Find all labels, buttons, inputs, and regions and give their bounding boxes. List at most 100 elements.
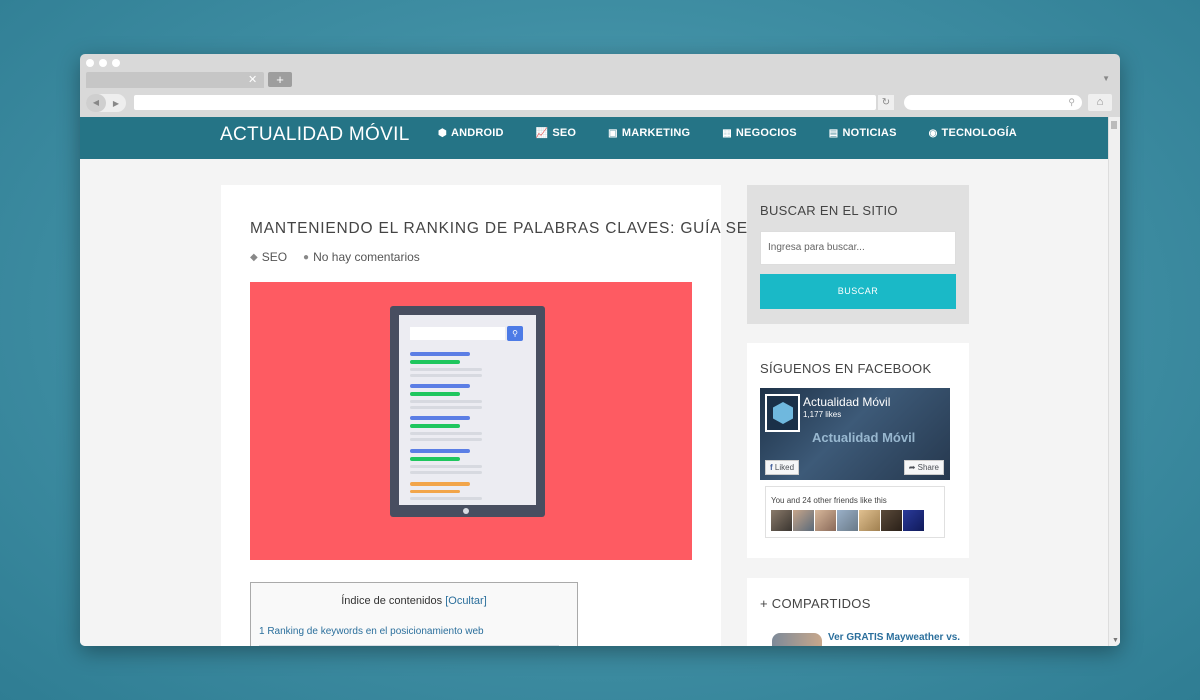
tablet-illustration: ⚲ [390, 306, 545, 517]
facebook-icon: f [770, 463, 773, 472]
avatar[interactable] [771, 510, 792, 531]
result-line [410, 384, 470, 388]
rss-icon: ◉ [928, 127, 938, 139]
scroll-down-arrow-icon[interactable]: ▼ [1112, 637, 1119, 644]
nav-item-seo[interactable]: 📈 SEO [536, 117, 577, 149]
nav-label: SEO [552, 127, 577, 139]
result-line [410, 406, 482, 409]
nav-item-marketing[interactable]: ▣ MARKETING [608, 117, 690, 149]
result-line [410, 432, 482, 435]
share-button[interactable]: ➦ Share [903, 460, 944, 475]
illustration-search-box [410, 327, 505, 340]
result-line [410, 424, 460, 428]
window-controls [86, 59, 120, 67]
toc-item-partial [259, 645, 559, 646]
shared-item-link[interactable]: Ver GRATIS Mayweather vs. [828, 632, 960, 643]
money-icon: ▣ [608, 127, 618, 139]
address-bar[interactable] [134, 95, 876, 110]
browser-tab[interactable] [86, 72, 264, 88]
table-of-contents: Índice de contenidos [Ocultar] 1 Ranking… [250, 582, 578, 646]
avatar[interactable] [815, 510, 836, 531]
facebook-page-cover[interactable]: Actualidad Móvil 1,177 likes Actualidad … [760, 388, 950, 480]
nav-label: NOTICIAS [842, 127, 897, 139]
liked-label: Liked [774, 463, 795, 472]
result-line [410, 416, 470, 420]
post-category[interactable]: ◆ SEO [250, 250, 287, 264]
toc-toggle-link[interactable]: [Ocultar] [445, 595, 487, 607]
result-line [410, 457, 460, 461]
nav-item-android[interactable]: ⬢ ANDROID [438, 117, 504, 149]
nav-item-negocios[interactable]: ▦ NEGOCIOS [722, 117, 797, 149]
avatar[interactable] [793, 510, 814, 531]
avatar[interactable] [837, 510, 858, 531]
post-meta: ◆ SEO ● No hay comentarios [250, 250, 420, 264]
result-line [410, 374, 482, 377]
result-line [410, 400, 482, 403]
avatar[interactable] [903, 510, 924, 531]
facebook-likes-count: 1,177 likes [803, 410, 842, 419]
tablet-home-button [463, 508, 469, 514]
android-icon: ⬢ [438, 127, 447, 139]
result-line [410, 352, 470, 356]
tag-icon: ◆ [250, 251, 258, 263]
result-line [410, 368, 482, 371]
page-scrollbar[interactable]: ▼ [1108, 117, 1120, 646]
shared-widget-title: + COMPARTIDOS [760, 596, 871, 611]
back-arrow-icon[interactable]: ◀ [86, 94, 106, 112]
nav-item-tecnologia[interactable]: ◉ TECNOLOGÍA [929, 117, 1017, 149]
forward-arrow-icon[interactable]: ▶ [106, 99, 126, 108]
site-search-input[interactable]: Ingresa para buscar... [760, 231, 956, 265]
reload-icon[interactable]: ↻ [878, 95, 894, 110]
search-button[interactable]: BUSCAR [760, 274, 956, 309]
toc-item[interactable]: 1 Ranking de keywords en el posicionamie… [259, 626, 484, 637]
nav-label: MARKETING [621, 127, 691, 139]
shared-widget: + COMPARTIDOS Ver GRATIS Mayweather vs. [747, 578, 969, 646]
post-hero-image: ⚲ [250, 282, 692, 560]
history-buttons: ◀ ▶ [86, 94, 126, 112]
minimize-window-dot[interactable] [99, 59, 107, 67]
tab-dropdown-icon[interactable]: ▼ [1102, 74, 1110, 83]
post-card: MANTENIENDO EL RANKING DE PALABRAS CLAVE… [221, 185, 760, 646]
post-comments[interactable]: ● No hay comentarios [303, 250, 420, 264]
result-line [410, 392, 460, 396]
result-line [410, 497, 482, 500]
share-arrow-icon: ➦ [908, 463, 916, 472]
scrollbar-thumb[interactable] [1111, 121, 1117, 129]
search-widget: BUSCAR EN EL SITIO Ingresa para buscar..… [747, 185, 969, 324]
search-widget-title: BUSCAR EN EL SITIO [760, 203, 898, 218]
nav-item-noticias[interactable]: ▤ NOTICIAS [829, 117, 897, 149]
toc-title: Índice de contenidos [341, 595, 443, 607]
maximize-window-dot[interactable] [112, 59, 120, 67]
result-line [410, 490, 460, 493]
cube-icon [773, 402, 793, 424]
newspaper-icon: ▤ [828, 127, 839, 139]
new-tab-button[interactable]: + [268, 72, 292, 87]
close-window-dot[interactable] [86, 59, 94, 67]
result-line [410, 465, 482, 468]
nav-label: TECNOLOGÍA [941, 127, 1017, 139]
home-icon[interactable]: ⌂ [1088, 94, 1112, 111]
browser-window: ✕ + ▼ ◀ ▶ ↻ ⚲ ⌂ ACTUALIDAD MÓVIL ⬢ ANDRO… [80, 54, 1120, 646]
shared-item-thumbnail[interactable] [772, 633, 822, 646]
avatar[interactable] [881, 510, 902, 531]
nav-label: ANDROID [450, 127, 504, 139]
page-logo-icon [765, 394, 800, 432]
facebook-widget: SÍGUENOS EN FACEBOOK Actualidad Móvil 1,… [747, 343, 969, 558]
result-line [410, 360, 460, 364]
tablet-screen: ⚲ [399, 315, 536, 505]
cover-watermark: Actualidad Móvil [812, 430, 916, 445]
chart-icon: 📈 [535, 127, 549, 139]
tab-close-icon[interactable]: ✕ [248, 73, 257, 87]
facebook-widget-title: SÍGUENOS EN FACEBOOK [760, 361, 932, 376]
post-title: MANTENIENDO EL RANKING DE PALABRAS CLAVE… [250, 220, 761, 237]
page-viewport: ACTUALIDAD MÓVIL ⬢ ANDROID 📈 SEO ▣ MARKE… [80, 117, 1120, 646]
search-icon: ⚲ [1068, 97, 1075, 107]
browser-search-input[interactable]: ⚲ [904, 95, 1082, 110]
avatar[interactable] [859, 510, 880, 531]
share-label: Share [917, 463, 939, 472]
result-line [410, 471, 482, 474]
facebook-page-name[interactable]: Actualidad Móvil [803, 395, 890, 409]
liked-button[interactable]: f Liked [765, 460, 800, 475]
site-header: ACTUALIDAD MÓVIL ⬢ ANDROID 📈 SEO ▣ MARKE… [80, 117, 1108, 159]
site-brand[interactable]: ACTUALIDAD MÓVIL [220, 117, 410, 159]
